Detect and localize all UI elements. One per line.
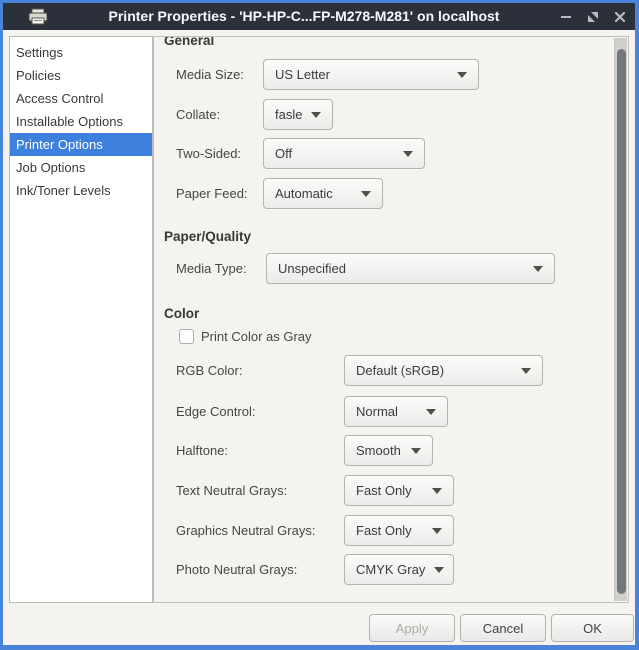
- section-heading-paper-quality: Paper/Quality: [164, 229, 251, 244]
- halftone-dropdown[interactable]: Smooth: [344, 435, 433, 466]
- minimize-icon: [560, 11, 572, 23]
- paper-feed-dropdown[interactable]: Automatic: [263, 178, 383, 209]
- ok-button[interactable]: OK: [551, 614, 634, 642]
- field-label-text-neutral-grays: Text Neutral Grays:: [176, 475, 287, 506]
- apply-button[interactable]: Apply: [369, 614, 455, 642]
- field-label-collate: Collate:: [176, 99, 220, 130]
- dropdown-value: CMYK Gray: [356, 562, 425, 577]
- printer-icon: [28, 8, 48, 25]
- rgb-color-dropdown[interactable]: Default (sRGB): [344, 355, 543, 386]
- field-label-edge-control: Edge Control:: [176, 396, 256, 427]
- chevron-down-icon: [311, 112, 321, 118]
- cancel-button[interactable]: Cancel: [460, 614, 546, 642]
- field-label-media-type: Media Type:: [176, 253, 247, 284]
- chevron-down-icon: [521, 368, 531, 374]
- chevron-down-icon: [457, 72, 467, 78]
- restore-button[interactable]: [586, 10, 600, 24]
- category-list: SettingsPoliciesAccess ControlInstallabl…: [9, 36, 153, 603]
- field-label-graphics-neutral-grays: Graphics Neutral Grays:: [176, 515, 315, 546]
- print-color-as-gray-checkbox[interactable]: [179, 329, 194, 344]
- scrollbar-thumb[interactable]: [617, 49, 626, 594]
- sidebar-item-installable-options[interactable]: Installable Options: [10, 110, 152, 133]
- chevron-down-icon: [432, 488, 442, 494]
- chevron-down-icon: [403, 151, 413, 157]
- chevron-down-icon: [533, 266, 543, 272]
- text-neutral-grays-dropdown[interactable]: Fast Only: [344, 475, 454, 506]
- sidebar-item-printer-options[interactable]: Printer Options: [10, 133, 152, 156]
- dropdown-value: Fast Only: [356, 483, 412, 498]
- dialog-body: SettingsPoliciesAccess ControlInstallabl…: [3, 30, 635, 645]
- printer-options-panel: General Media Size: US Letter Collate: fasle…: [153, 36, 629, 603]
- dropdown-value: fasle: [275, 107, 302, 122]
- graphics-neutral-grays-dropdown[interactable]: Fast Only: [344, 515, 454, 546]
- chevron-down-icon: [432, 528, 442, 534]
- printer-properties-window: Printer Properties - 'HP-HP-C...FP-M278-…: [0, 0, 639, 650]
- media-size-dropdown[interactable]: US Letter: [263, 59, 479, 90]
- sidebar-item-ink-toner-levels[interactable]: Ink/Toner Levels: [10, 179, 152, 202]
- restore-icon: [587, 11, 599, 23]
- close-icon: [614, 11, 626, 23]
- media-type-dropdown[interactable]: Unspecified: [266, 253, 555, 284]
- chevron-down-icon: [434, 567, 444, 573]
- dropdown-value: Fast Only: [356, 523, 412, 538]
- section-heading-color: Color: [164, 306, 199, 321]
- dropdown-value: Off: [275, 146, 292, 161]
- window-title: Printer Properties - 'HP-HP-C...FP-M278-…: [63, 3, 545, 30]
- chevron-down-icon: [361, 191, 371, 197]
- vertical-scrollbar[interactable]: [614, 38, 627, 601]
- sidebar-item-job-options[interactable]: Job Options: [10, 156, 152, 179]
- dropdown-value: US Letter: [275, 67, 330, 82]
- field-label-two-sided: Two-Sided:: [176, 138, 241, 169]
- field-label-halftone: Halftone:: [176, 435, 228, 466]
- titlebar[interactable]: Printer Properties - 'HP-HP-C...FP-M278-…: [3, 3, 635, 30]
- two-sided-dropdown[interactable]: Off: [263, 138, 425, 169]
- dropdown-value: Default (sRGB): [356, 363, 444, 378]
- minimize-button[interactable]: [559, 10, 573, 24]
- chevron-down-icon: [411, 448, 421, 454]
- checkbox-label: Print Color as Gray: [201, 328, 312, 345]
- field-label-rgb-color: RGB Color:: [176, 355, 242, 386]
- dropdown-value: Automatic: [275, 186, 333, 201]
- dropdown-value: Unspecified: [278, 261, 346, 276]
- sidebar-item-settings[interactable]: Settings: [10, 41, 152, 64]
- edge-control-dropdown[interactable]: Normal: [344, 396, 448, 427]
- sidebar-item-policies[interactable]: Policies: [10, 64, 152, 87]
- collate-dropdown[interactable]: fasle: [263, 99, 333, 130]
- field-label-media-size: Media Size:: [176, 59, 244, 90]
- section-heading-general: General: [164, 36, 214, 48]
- dropdown-value: Normal: [356, 404, 398, 419]
- sidebar-item-access-control[interactable]: Access Control: [10, 87, 152, 110]
- window-controls: [559, 3, 627, 30]
- field-label-photo-neutral-grays: Photo Neutral Grays:: [176, 554, 297, 585]
- close-button[interactable]: [613, 10, 627, 24]
- field-label-paper-feed: Paper Feed:: [176, 178, 248, 209]
- chevron-down-icon: [426, 409, 436, 415]
- photo-neutral-grays-dropdown[interactable]: CMYK Gray: [344, 554, 454, 585]
- dropdown-value: Smooth: [356, 443, 401, 458]
